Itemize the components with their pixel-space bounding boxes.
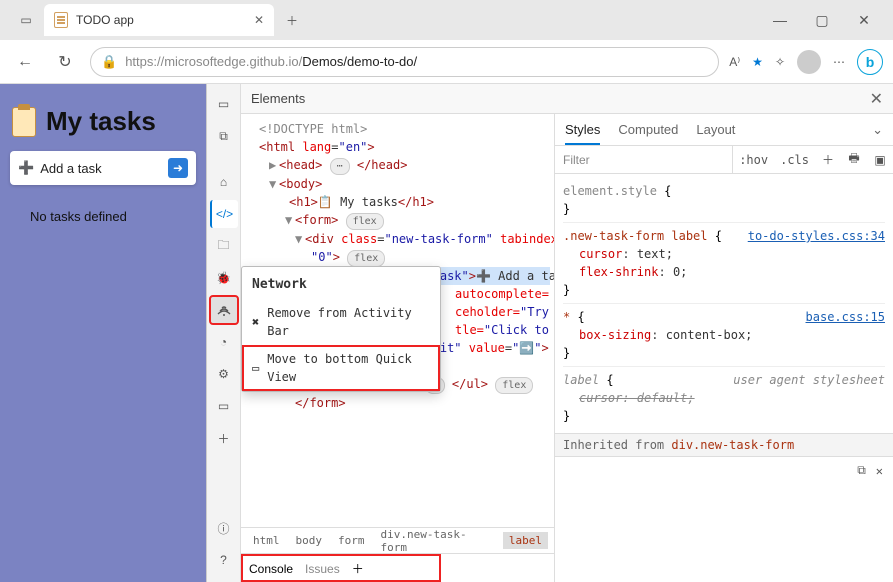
- context-menu: Network ✖ Remove from Activity Bar ▭ Mov…: [241, 266, 441, 392]
- submit-task-button[interactable]: ➜: [168, 158, 188, 178]
- lock-icon: 🔒: [101, 54, 117, 70]
- dom-breadcrumb[interactable]: html body form div.new-task-form label: [241, 527, 554, 553]
- css-link[interactable]: base.css:15: [806, 308, 885, 326]
- clipboard-icon: [12, 107, 36, 137]
- ctx-title: Network: [242, 267, 440, 299]
- styles-tabs: Styles Computed Layout ⌄: [555, 114, 893, 146]
- tab-title: TODO app: [76, 13, 134, 27]
- close-tab-icon[interactable]: ✕: [254, 13, 264, 27]
- browser-toolbar: ← ↻ 🔒 https://microsoftedge.github.io/De…: [0, 40, 893, 84]
- url-path: Demos/demo-to-do/: [302, 54, 417, 69]
- tab-styles[interactable]: Styles: [565, 122, 600, 145]
- filter-input[interactable]: Filter: [555, 146, 733, 173]
- memory-icon[interactable]: ⚙: [210, 360, 238, 388]
- crumb-form[interactable]: form: [332, 532, 371, 549]
- minimize-button[interactable]: ―: [765, 5, 795, 35]
- crumb-label[interactable]: label: [503, 532, 548, 549]
- inspect-icon[interactable]: ▭: [210, 90, 238, 118]
- application-icon[interactable]: ▭: [210, 392, 238, 420]
- tab-actions-icon[interactable]: ▭: [12, 6, 40, 34]
- app-page: My tasks ➕ Add a task ➜ No tasks defined: [0, 84, 206, 582]
- dom-panel: <!DOCTYPE html> <html lang="en"> ▶<head>…: [241, 114, 555, 582]
- cls-button[interactable]: .cls: [774, 153, 815, 167]
- panel-header: Elements ✕: [241, 84, 893, 114]
- plus-icon: ➕: [18, 160, 34, 176]
- bing-icon[interactable]: b: [857, 49, 883, 75]
- panel-title: Elements: [251, 91, 305, 106]
- remove-icon: ✖: [252, 313, 259, 331]
- welcome-icon[interactable]: ⌂: [210, 168, 238, 196]
- maximize-button[interactable]: ▢: [807, 5, 837, 35]
- new-rule-icon[interactable]: ＋: [815, 151, 841, 168]
- help-icon[interactable]: ?: [210, 546, 238, 574]
- issues-icon[interactable]: ⓘ: [210, 514, 238, 542]
- network-icon[interactable]: [210, 296, 238, 324]
- profile-avatar[interactable]: [797, 50, 821, 74]
- move-bottom-icon: ▭: [252, 359, 259, 377]
- dock-icon[interactable]: ⧉: [857, 463, 866, 478]
- add-task-placeholder: Add a task: [40, 161, 101, 176]
- chevron-down-icon[interactable]: ⌄: [872, 122, 883, 138]
- ctx-remove-item[interactable]: ✖ Remove from Activity Bar: [242, 299, 440, 345]
- address-bar[interactable]: 🔒 https://microsoftedge.github.io/Demos/…: [90, 47, 719, 77]
- page-title: My tasks: [10, 100, 196, 151]
- css-link[interactable]: to-do-styles.css:34: [748, 227, 885, 245]
- tab-computed[interactable]: Computed: [618, 122, 678, 137]
- page-title-text: My tasks: [46, 106, 156, 137]
- issues-tab[interactable]: Issues: [305, 562, 340, 576]
- read-aloud-icon[interactable]: A⁾: [729, 55, 740, 69]
- styles-filter-row: Filter :hov .cls ＋ 🖶 ▣: [555, 146, 893, 174]
- hov-button[interactable]: :hov: [733, 153, 774, 167]
- styles-panel: Styles Computed Layout ⌄ Filter :hov .cl…: [555, 114, 893, 582]
- ctx-move-bottom-item[interactable]: ▭ Move to bottom Quick View: [242, 345, 440, 391]
- favicon-icon: [54, 12, 68, 28]
- close-panel-icon[interactable]: ✕: [870, 89, 883, 109]
- refresh-button[interactable]: ↻: [50, 47, 80, 77]
- quick-view-bar: Console Issues ＋: [241, 553, 554, 582]
- crumb-html[interactable]: html: [247, 532, 286, 549]
- plus-icon[interactable]: ＋: [210, 424, 238, 452]
- computed-pane-icon[interactable]: ▣: [867, 153, 893, 167]
- print-icon[interactable]: 🖶: [841, 149, 867, 170]
- favorite-icon[interactable]: ★: [752, 55, 763, 69]
- elements-icon[interactable]: </>: [210, 200, 238, 228]
- window-controls: ― ▢ ✕: [765, 5, 885, 35]
- browser-tab[interactable]: TODO app ✕: [44, 4, 274, 36]
- performance-icon[interactable]: ◔: [210, 328, 238, 356]
- console-tab[interactable]: Console: [249, 562, 293, 576]
- close-window-button[interactable]: ✕: [849, 5, 879, 35]
- browser-titlebar: ▭ TODO app ✕ ＋ ― ▢ ✕: [0, 0, 893, 40]
- styles-body[interactable]: element.style {} to-do-styles.css:34 .ne…: [555, 174, 893, 433]
- inherited-from: Inherited from div.new-task-form: [555, 433, 893, 456]
- back-button[interactable]: ←: [10, 47, 40, 77]
- empty-state: No tasks defined: [10, 185, 196, 248]
- collections-icon[interactable]: ✧: [775, 55, 785, 69]
- dom-tree[interactable]: <!DOCTYPE html> <html lang="en"> ▶<head>…: [241, 114, 554, 527]
- activity-bar: ▭ ⧉ ⌂ </> 🗀 🐞 ◔ ⚙ ▭ ＋ ⓘ ?: [207, 84, 241, 582]
- crumb-div[interactable]: div.new-task-form: [375, 526, 499, 556]
- new-tab-button[interactable]: ＋: [278, 6, 306, 34]
- menu-icon[interactable]: ⋯: [833, 55, 845, 69]
- console-icon[interactable]: 🐞: [210, 264, 238, 292]
- add-tab-icon[interactable]: ＋: [352, 560, 364, 577]
- device-icon[interactable]: ⧉: [210, 122, 238, 150]
- sources-icon[interactable]: 🗀: [210, 232, 238, 260]
- tab-layout[interactable]: Layout: [696, 122, 735, 137]
- devtools-panel: ▭ ⧉ ⌂ </> 🗀 🐞 ◔ ⚙ ▭ ＋ ⓘ ? Elements ✕: [206, 84, 893, 582]
- add-task-input[interactable]: ➕ Add a task ➜: [10, 151, 196, 185]
- crumb-body[interactable]: body: [290, 532, 329, 549]
- close-quickview-icon[interactable]: ✕: [876, 464, 883, 478]
- url-host: https://microsoftedge.github.io/: [125, 54, 302, 69]
